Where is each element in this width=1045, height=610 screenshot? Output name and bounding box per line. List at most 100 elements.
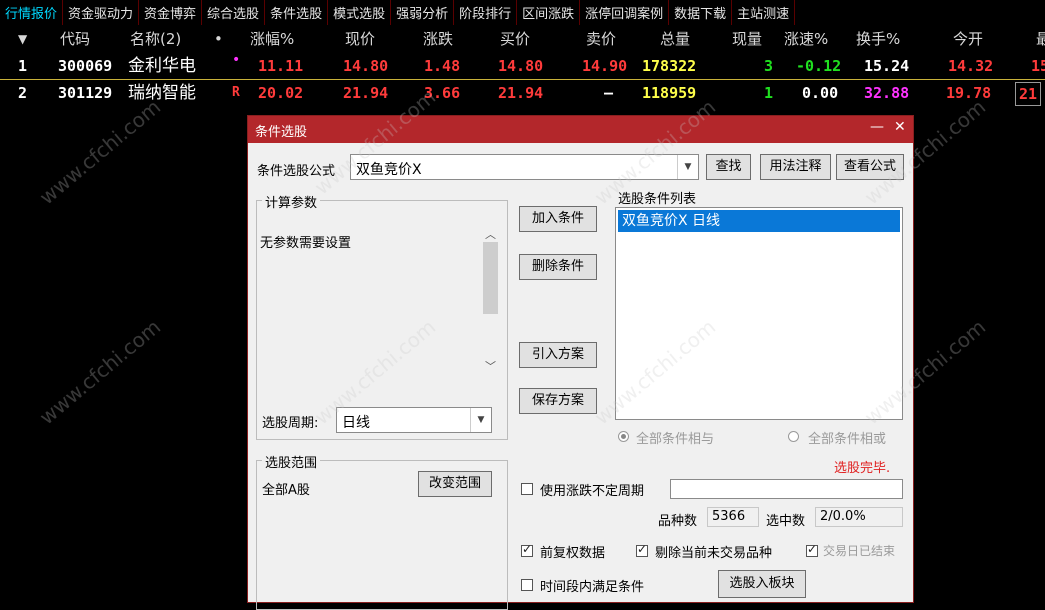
chevron-down-icon[interactable]: ▼ <box>677 155 698 179</box>
minimize-icon[interactable]: — <box>870 119 884 135</box>
row-number: 1 <box>18 57 28 75</box>
chevron-down-icon[interactable]: ▼ <box>470 408 491 432</box>
tab-server-speed[interactable]: 主站测速 <box>732 0 796 25</box>
stock-flag: R <box>232 85 240 100</box>
change-pct: 11.11 <box>258 57 304 75</box>
period-select[interactable]: 日线 ▼ <box>336 407 492 433</box>
stock-flag: • <box>232 52 241 68</box>
radio-or[interactable] <box>788 431 799 442</box>
tab-stage-ranking[interactable]: 阶段排行 <box>454 0 518 25</box>
unfixed-period-label: 使用涨跌不定周期 <box>540 484 645 499</box>
formula-label: 条件选股公式 <box>257 164 336 179</box>
tab-comprehensive-select[interactable]: 综合选股 <box>202 0 266 25</box>
header-high[interactable]: 最 <box>1036 26 1045 52</box>
top-tab-bar: 行情报价 资金驱动力 资金博弈 综合选股 条件选股 模式选股 强弱分析 阶段排行… <box>0 0 1045 25</box>
header-price[interactable]: 现价 <box>345 26 375 52</box>
header-flag: • <box>214 30 223 48</box>
prior-adjust-checkbox[interactable] <box>521 542 533 557</box>
range-group-title: 选股范围 <box>262 452 321 471</box>
delete-condition-button[interactable]: 删除条件 <box>519 254 597 280</box>
time-segment-checkbox[interactable] <box>521 579 533 591</box>
tab-limit-up-cases[interactable]: 涨停回调案例 <box>580 0 670 25</box>
ask-price: 14.90 <box>582 57 628 75</box>
trading-ended-label: 交易日已结束 <box>823 544 896 558</box>
header-volume[interactable]: 总量 <box>660 26 690 52</box>
open-price: 14.32 <box>948 57 994 75</box>
header-turnover[interactable]: 换手% <box>856 26 900 52</box>
current-volume: 1 <box>764 84 774 102</box>
save-plan-button[interactable]: 保存方案 <box>519 388 597 414</box>
table-row[interactable]: 2 301129 瑞纳智能 R 20.02 21.94 3.66 21.94 –… <box>0 80 1045 106</box>
time-segment-label: 时间段内满足条件 <box>540 580 645 595</box>
header-bid[interactable]: 买价 <box>500 26 530 52</box>
change: 3.66 <box>424 84 461 102</box>
dialog-title: 条件选股 <box>255 125 308 140</box>
exclude-untraded-label: 剔除当前未交易品种 <box>655 546 773 561</box>
radio-or-label: 全部条件相或 <box>808 432 887 447</box>
quote-table-header: ▼ 代码 名称(2) • 涨幅% 现价 涨跌 买价 卖价 总量 现量 涨速% 换… <box>0 26 1045 52</box>
tab-condition-select[interactable]: 条件选股 <box>265 0 329 25</box>
formula-select[interactable]: 双鱼竞价X ▼ <box>350 154 699 180</box>
stock-code: 301129 <box>58 84 113 102</box>
view-formula-button[interactable]: 查看公式 <box>836 154 904 180</box>
condition-list[interactable]: 双鱼竞价X 日线 <box>615 207 903 420</box>
exclude-untraded-checkbox[interactable] <box>636 542 648 557</box>
find-button[interactable]: 查找 <box>706 154 751 180</box>
params-group-title: 计算参数 <box>262 192 321 211</box>
tab-data-download[interactable]: 数据下载 <box>669 0 733 25</box>
bid-price: 21.94 <box>498 84 544 102</box>
params-scrollbar[interactable]: ︿ ﹀ <box>482 224 499 374</box>
change-range-button[interactable]: 改变范围 <box>418 471 492 497</box>
bid-price: 14.80 <box>498 57 544 75</box>
price: 21.94 <box>343 84 389 102</box>
high-price: 21 <box>1015 82 1042 106</box>
scroll-down-icon[interactable]: ﹀ <box>485 358 496 374</box>
stock-name: 金利华电 <box>128 56 196 76</box>
header-change-pct[interactable]: 涨幅% <box>250 26 294 52</box>
condition-list-item[interactable]: 双鱼竞价X 日线 <box>618 210 900 232</box>
trading-ended-checkbox[interactable] <box>806 542 818 557</box>
selected-count-box: 2/0.0% <box>815 507 903 527</box>
header-current-volume[interactable]: 现量 <box>732 26 762 52</box>
condition-list-title: 选股条件列表 <box>618 192 697 207</box>
condition-select-dialog: 条件选股 — ✕ 条件选股公式 双鱼竞价X ▼ 查找 用法注释 查看公式 计算参… <box>247 115 914 610</box>
price: 14.80 <box>343 57 389 75</box>
variety-count-label: 品种数 <box>658 514 698 529</box>
tab-quotes[interactable]: 行情报价 <box>0 0 64 25</box>
watermark: www.cfchi.com <box>34 94 166 210</box>
add-condition-button[interactable]: 加入条件 <box>519 206 597 232</box>
header-ask[interactable]: 卖价 <box>586 26 616 52</box>
usage-notes-button[interactable]: 用法注释 <box>760 154 831 180</box>
turnover: 15.24 <box>864 57 910 75</box>
speed: 0.00 <box>802 84 839 102</box>
header-speed[interactable]: 涨速% <box>784 26 828 52</box>
header-change[interactable]: 涨跌 <box>423 26 453 52</box>
stock-code: 300069 <box>58 57 113 75</box>
select-to-block-button[interactable]: 选股入板块 <box>718 570 806 598</box>
scrollbar-thumb[interactable] <box>483 242 498 314</box>
header-name[interactable]: 名称(2) <box>130 26 181 52</box>
radio-and[interactable] <box>618 431 629 442</box>
high-price: 15 <box>1031 57 1045 75</box>
status-text: 选股完毕. <box>834 461 891 476</box>
unfixed-period-checkbox[interactable] <box>521 483 533 495</box>
range-value: 全部A股 <box>262 483 310 498</box>
table-row[interactable]: 1 300069 金利华电 • 11.11 14.80 1.48 14.80 1… <box>0 52 1045 80</box>
selected-count-label: 选中数 <box>766 514 806 529</box>
tab-fund-drive[interactable]: 资金驱动力 <box>63 0 140 25</box>
tab-fund-game[interactable]: 资金博弈 <box>139 0 203 25</box>
close-icon[interactable]: ✕ <box>894 119 906 135</box>
volume: 118959 <box>642 84 697 102</box>
unfixed-period-input[interactable] <box>670 479 903 499</box>
sort-arrow-icon[interactable]: ▼ <box>18 26 27 52</box>
header-code[interactable]: 代码 <box>60 26 90 52</box>
import-plan-button[interactable]: 引入方案 <box>519 342 597 368</box>
tab-pattern-select[interactable]: 模式选股 <box>328 0 392 25</box>
turnover: 32.88 <box>864 84 910 102</box>
tab-strength-analysis[interactable]: 强弱分析 <box>391 0 455 25</box>
scroll-up-icon[interactable]: ︿ <box>485 226 496 242</box>
prior-adjust-label: 前复权数据 <box>540 546 606 561</box>
dialog-titlebar[interactable]: 条件选股 — ✕ <box>248 116 913 143</box>
header-open[interactable]: 今开 <box>953 26 983 52</box>
tab-interval-change[interactable]: 区间涨跌 <box>517 0 581 25</box>
